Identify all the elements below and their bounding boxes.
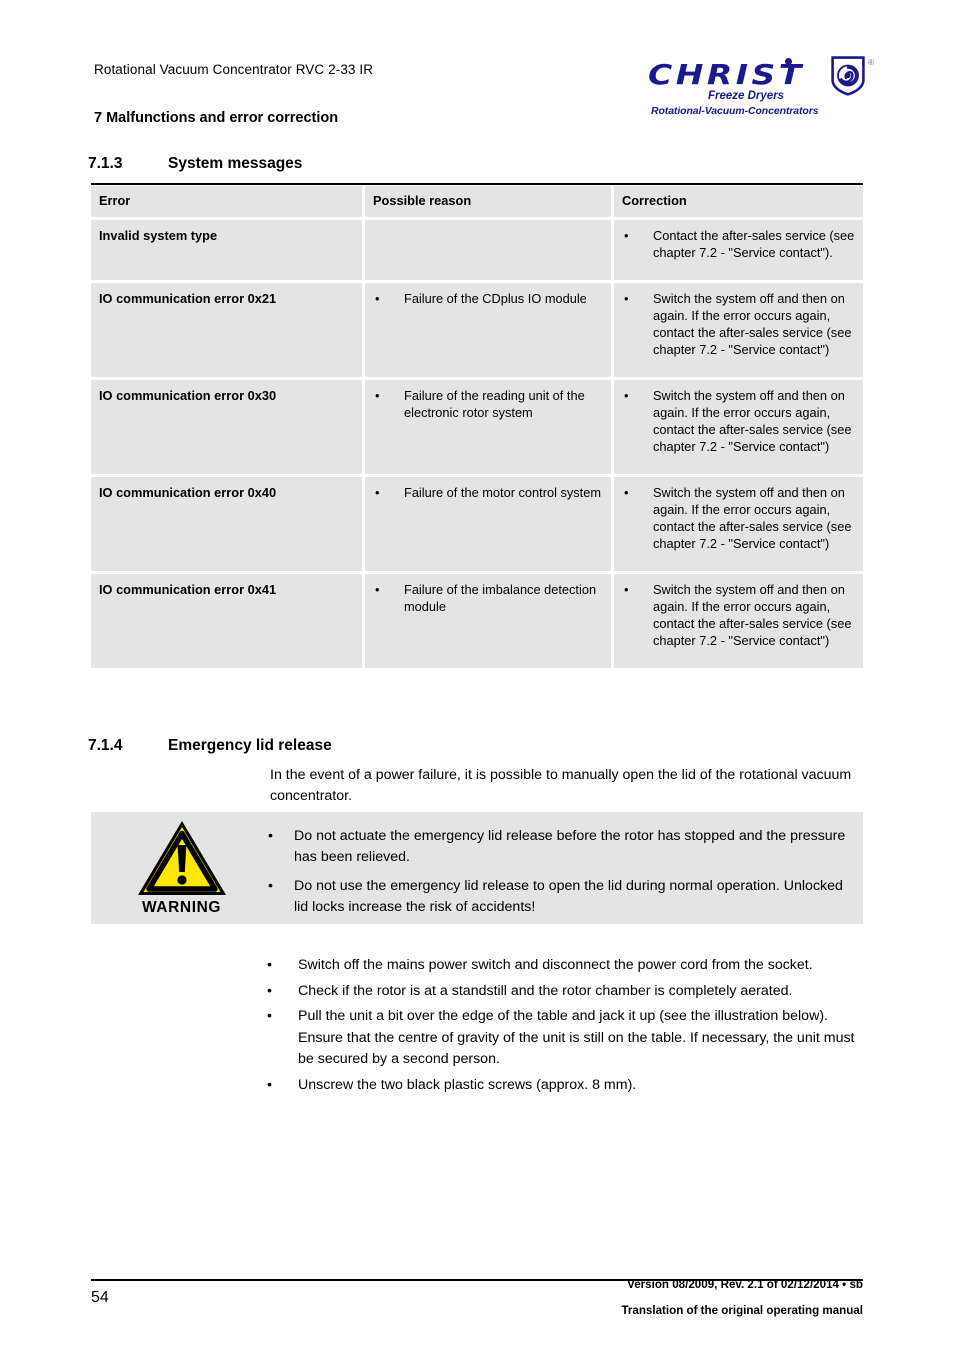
column-header-error: Error [91, 186, 362, 217]
table-row: IO communication error 0x40 • Failure of… [91, 476, 863, 571]
correction-text: Switch the system off and then on again.… [653, 484, 852, 551]
step-text: Unscrew the two black plastic screws (ap… [298, 1076, 637, 1093]
section-number-7-1-3: 7.1.3 [88, 155, 123, 172]
christ-logo: CHRIST Freeze Dryers Rotational-Vacuum-C… [648, 56, 874, 117]
cell-correction: • Contact the after-sales service (see c… [614, 219, 863, 280]
reason-text: Failure of the reading unit of the elect… [404, 387, 585, 420]
list-item: • Pull the unit a bit over the edge of t… [265, 1006, 865, 1071]
step-text: Pull the unit a bit over the edge of the… [298, 1008, 855, 1068]
warning-items-list: • Do not actuate the emergency lid relea… [266, 826, 851, 926]
correction-text: Switch the system off and then on again.… [653, 387, 852, 454]
footer-version-line: Version 08/2009, Rev. 2.1 of 02/12/2014 … [627, 1278, 863, 1291]
step-text: Switch off the mains power switch and di… [298, 957, 813, 973]
bullet-icon: • [267, 982, 272, 999]
bullet-icon: • [268, 878, 273, 895]
cell-correction: • Switch the system off and then on agai… [614, 573, 863, 668]
bullet-icon: • [267, 1008, 272, 1025]
table-row: IO communication error 0x21 • Failure of… [91, 282, 863, 377]
cell-error: IO communication error 0x40 [91, 476, 362, 571]
list-item: • Switch off the mains power switch and … [265, 955, 865, 977]
emergency-steps-list: • Switch off the mains power switch and … [265, 955, 865, 1100]
bullet-icon: • [268, 828, 273, 844]
table-row: IO communication error 0x41 • Failure of… [91, 573, 863, 668]
section-heading-7-1-4: 7.1.4 Emergency lid release [88, 737, 332, 755]
warning-icon-group: WARNING [129, 818, 234, 917]
bullet-icon: • [624, 387, 629, 403]
column-header-possible-reason: Possible reason [365, 186, 611, 217]
error-name: IO communication error 0x40 [99, 484, 277, 500]
warning-triangle-icon [137, 821, 226, 895]
bullet-icon: • [267, 957, 272, 973]
list-item: • Do not use the emergency lid release t… [266, 876, 851, 917]
cell-error: IO communication error 0x41 [91, 573, 362, 668]
shield-spiral-icon [831, 56, 865, 96]
reason-text: Failure of the motor control system [404, 484, 602, 500]
cell-correction: • Switch the system off and then on agai… [614, 476, 863, 571]
correction-text: Contact the after-sales service (see cha… [653, 227, 855, 260]
cell-error: IO communication error 0x21 [91, 282, 362, 377]
bullet-icon: • [624, 484, 629, 500]
logo-tagline-rvc: Rotational-Vacuum-Concentrators [651, 105, 819, 117]
warning-item-text: Do not actuate the emergency lid release… [294, 828, 846, 865]
cell-possible-reason [365, 219, 611, 280]
bullet-icon: • [624, 581, 629, 597]
warning-label: WARNING [141, 899, 222, 916]
cell-correction: • Switch the system off and then on agai… [614, 282, 863, 377]
section-heading-7-1-3: 7.1.3 System messages [88, 155, 302, 173]
cell-possible-reason: • Failure of the reading unit of the ele… [365, 379, 611, 474]
bullet-icon: • [624, 290, 629, 306]
header-divider [91, 183, 863, 185]
emergency-intro-paragraph: In the event of a power failure, it is p… [270, 767, 852, 804]
table-row: IO communication error 0x30 • Failure of… [91, 379, 863, 474]
bullet-icon: • [375, 387, 380, 403]
table-header-row: Error Possible reason Correction [91, 186, 863, 217]
section-title-7-1-4: Emergency lid release [168, 737, 332, 754]
cell-possible-reason: • Failure of the motor control system [365, 476, 611, 571]
section-title-7-1-3: System messages [168, 155, 303, 172]
logo-tagline-freeze-dryers: Freeze Dryers [708, 90, 785, 102]
bullet-icon: • [375, 484, 380, 500]
bullet-icon: • [375, 290, 380, 306]
document-title: Rotational Vacuum Concentrator RVC 2-33 … [94, 62, 374, 77]
reason-text: Failure of the CDplus IO module [404, 290, 587, 306]
error-name: IO communication error 0x21 [99, 290, 277, 306]
list-item: • Do not actuate the emergency lid relea… [266, 826, 851, 867]
column-header-correction: Correction [614, 186, 863, 217]
logo-i-dot [785, 58, 792, 65]
error-name: Invalid system type [99, 227, 218, 243]
step-text: Check if the rotor is at a standstill an… [298, 982, 793, 999]
list-item: • Unscrew the two black plastic screws (… [265, 1075, 865, 1097]
bullet-icon: • [267, 1076, 272, 1093]
correction-text: Switch the system off and then on again.… [653, 290, 852, 357]
cell-correction: • Switch the system off and then on agai… [614, 379, 863, 474]
warning-item-text: Do not use the emergency lid release to … [294, 878, 843, 915]
page-number: 54 [91, 1289, 109, 1306]
system-messages-table: Error Possible reason Correction Invalid… [91, 186, 863, 671]
registered-trademark-icon: ® [868, 58, 874, 67]
chapter-title: 7 Malfunctions and error correction [94, 110, 339, 126]
bullet-icon: • [624, 227, 629, 243]
table-row: Invalid system type • Contact the after-… [91, 219, 863, 280]
cell-error: IO communication error 0x30 [91, 379, 362, 474]
warning-box: WARNING • Do not actuate the emergency l… [91, 812, 863, 924]
footer-translation-line: Translation of the original operating ma… [621, 1303, 863, 1317]
logo-wordmark: CHRIST [648, 58, 805, 91]
cell-possible-reason: • Failure of the CDplus IO module [365, 282, 611, 377]
reason-text: Failure of the imbalance detection modul… [404, 581, 597, 614]
list-item: • Check if the rotor is at a standstill … [265, 981, 865, 1003]
correction-text: Switch the system off and then on again.… [653, 581, 852, 648]
footer-meta: Version 08/2009, Rev. 2.1 of 02/12/2014 … [400, 1278, 863, 1318]
bullet-icon: • [375, 581, 380, 597]
error-name: IO communication error 0x41 [99, 581, 277, 597]
cell-error: Invalid system type [91, 219, 362, 280]
document-page: Rotational Vacuum Concentrator RVC 2-33 … [0, 0, 954, 1350]
cell-possible-reason: • Failure of the imbalance detection mod… [365, 573, 611, 668]
error-name: IO communication error 0x30 [99, 387, 277, 403]
section-number-7-1-4: 7.1.4 [88, 737, 123, 754]
